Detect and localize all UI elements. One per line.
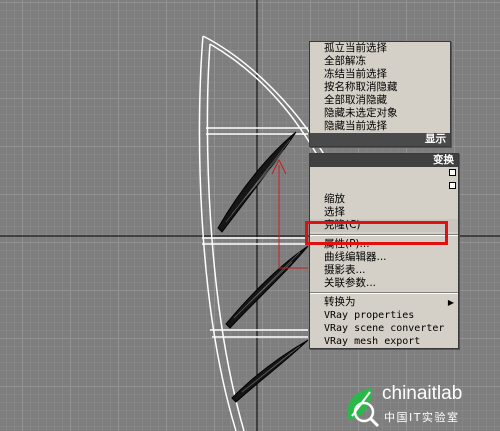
menu-item-isolate[interactable]: 孤立当前选择 <box>310 42 450 55</box>
leaf-logo-icon <box>347 388 380 428</box>
menu-item-hide-unselected[interactable]: 隐藏未选定对象 <box>310 107 450 120</box>
menu-item-hide-selection[interactable]: 隐藏当前选择 <box>310 120 450 133</box>
menu-item-wire-parameters[interactable]: 关联参数... <box>310 277 458 290</box>
blade-1-hatch <box>225 139 291 223</box>
checkbox-icon <box>449 182 456 189</box>
transform-quad-menu: 变换 缩放 选择 克隆(C) 属性(P)... 曲线编辑器... 摄影表... … <box>309 153 459 349</box>
menu-item-vray-properties[interactable]: VRay properties <box>310 309 458 322</box>
blade-2-hatch <box>233 251 301 319</box>
menu-item-blank-1[interactable] <box>310 167 458 180</box>
watermark-subtitle: 中国IT实验室 <box>384 411 460 424</box>
menu-separator <box>310 292 458 294</box>
menu-item-blank-2[interactable] <box>310 180 458 193</box>
sail-frame-edge-2 <box>209 43 321 161</box>
menu-item-vray-scene-converter[interactable]: VRay scene converter <box>310 322 458 335</box>
menu-item-scale[interactable]: 缩放 <box>310 193 458 206</box>
viewport[interactable]: 孤立当前选择 全部解冻 冻结当前选择 按名称取消隐藏 全部取消隐藏 隐藏未选定对… <box>0 0 500 431</box>
menu-item-select[interactable]: 选择 <box>310 206 458 219</box>
watermark: chinaitlab 中国IT实验室 <box>342 380 500 431</box>
sail-frame-outer <box>198 35 237 431</box>
menu-item-unhide-by-name[interactable]: 按名称取消隐藏 <box>310 81 450 94</box>
menu-item-unfreeze-all[interactable]: 全部解冻 <box>310 55 450 68</box>
clone-highlight-annotation <box>305 221 448 245</box>
menu-item-freeze-selection[interactable]: 冻结当前选择 <box>310 68 450 81</box>
transform-quad-header[interactable]: 变换 <box>310 154 458 167</box>
blade-2 <box>225 245 309 329</box>
display-quad-menu: 孤立当前选择 全部解冻 冻结当前选择 按名称取消隐藏 全部取消隐藏 隐藏未选定对… <box>309 41 451 147</box>
menu-item-label: 转换为 <box>324 296 356 308</box>
watermark-brand: chinaitlab <box>382 383 463 404</box>
menu-item-vray-mesh-export[interactable]: VRay mesh export <box>310 335 458 348</box>
display-quad-header[interactable]: 显示 <box>310 133 450 146</box>
blade-3-hatch <box>241 345 301 393</box>
menu-item-curve-editor[interactable]: 曲线编辑器... <box>310 251 458 264</box>
checkbox-icon <box>449 169 456 176</box>
menu-item-unhide-all[interactable]: 全部取消隐藏 <box>310 94 450 107</box>
menu-item-dope-sheet[interactable]: 摄影表... <box>310 264 458 277</box>
submenu-arrow-icon: ▶ <box>447 298 454 307</box>
menu-item-convert-to[interactable]: 转换为 ▶ <box>310 296 458 309</box>
blade-3 <box>231 339 309 403</box>
